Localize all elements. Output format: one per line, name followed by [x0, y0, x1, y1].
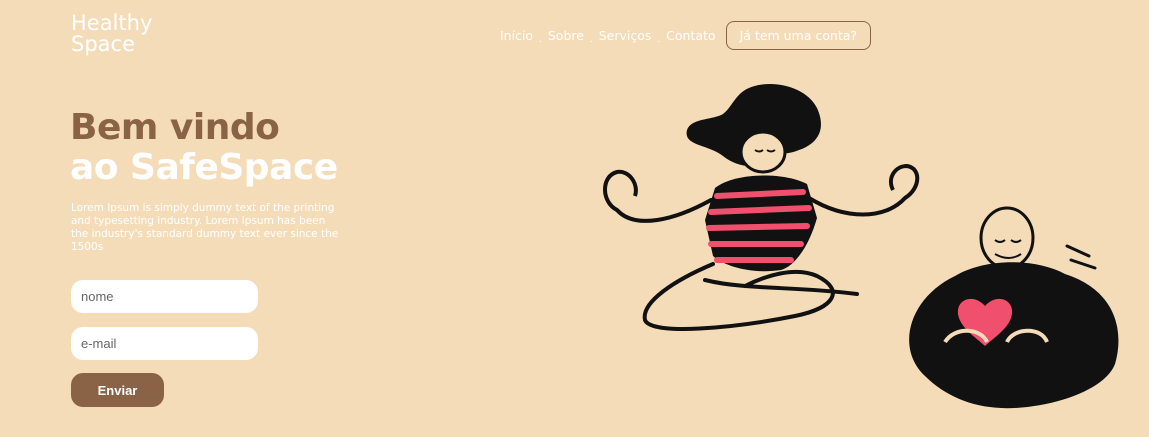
meditation-illustration: [603, 84, 1119, 409]
hero-title-line-2: ao SafeSpace: [70, 147, 338, 188]
main-nav: Início . Sobre . Serviços . Contato Já t…: [500, 20, 872, 50]
man-head: [979, 206, 1035, 270]
name-input[interactable]: [71, 280, 258, 313]
nav-item-contato[interactable]: Contato: [666, 28, 715, 43]
nav-separator: .: [589, 33, 593, 45]
brand-logo[interactable]: Healthy Space: [71, 13, 152, 55]
hero-title: Bem vindo ao SafeSpace: [70, 108, 338, 188]
nav-separator: .: [657, 33, 661, 45]
login-button[interactable]: Já tem uma conta?: [725, 20, 872, 50]
hero-description: Lorem Ipsum is simply dummy text of the …: [71, 202, 339, 253]
email-input[interactable]: [71, 327, 258, 360]
nav-separator: .: [539, 33, 542, 45]
nav-item-inicio[interactable]: Início: [500, 28, 533, 43]
brand-line-1: Healthy: [71, 11, 153, 35]
nav-item-sobre[interactable]: Sobre: [548, 28, 584, 43]
nav-item-servicos[interactable]: Serviços: [599, 28, 652, 43]
brand-line-2: Space: [71, 32, 135, 56]
woman-legs: [642, 262, 835, 331]
hero-title-line-1: Bem vindo: [70, 107, 280, 148]
woman-head: [739, 130, 787, 174]
submit-button[interactable]: Enviar: [71, 373, 164, 407]
